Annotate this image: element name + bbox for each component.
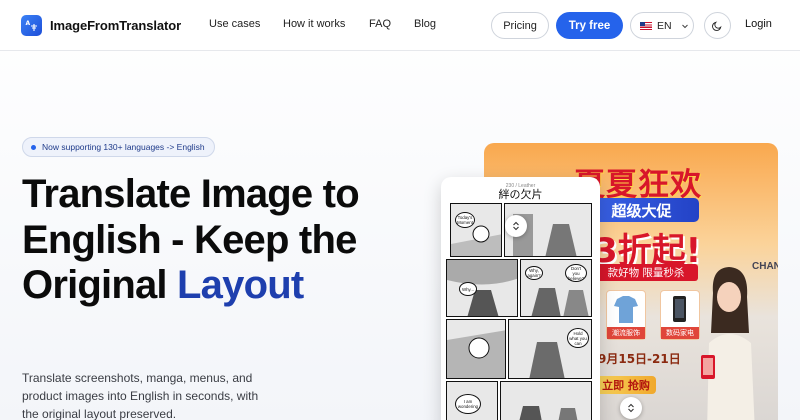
shop-banner: 超级大促 bbox=[584, 198, 699, 222]
speech-bubble: Don't you believe? bbox=[565, 264, 587, 282]
product-tile-electronics: 数码家电 bbox=[660, 290, 700, 340]
languages-badge: Now supporting 130+ languages -> English bbox=[22, 137, 215, 157]
manga-panel: Why, again? Don't you believe? bbox=[520, 259, 592, 317]
translate-icon: A bbox=[21, 15, 42, 36]
manga-panel: I am wondering bbox=[446, 381, 498, 420]
hero-subtext: Translate screenshots, manga, menus, and… bbox=[22, 371, 259, 420]
manga-panel bbox=[500, 381, 592, 420]
dot-icon bbox=[31, 144, 36, 150]
swap-view-button[interactable] bbox=[620, 397, 642, 419]
buy-now-label: 立即 抢购 bbox=[596, 376, 656, 394]
speech-bubble: I am wondering bbox=[455, 394, 481, 414]
manga-panel: Why... bbox=[446, 259, 518, 317]
manga-title: 絆の欠片 bbox=[498, 188, 543, 201]
nav-how-it-works[interactable]: How it works bbox=[283, 18, 345, 30]
theme-toggle-button[interactable] bbox=[704, 12, 731, 39]
top-navbar: A ImageFromTranslator Use cases How it w… bbox=[0, 0, 800, 51]
manga-panel: Today's Moment bbox=[450, 203, 502, 257]
speech-bubble: Hold what you can bbox=[567, 328, 589, 348]
speech-bubble: Why, again? bbox=[525, 266, 543, 280]
badge-text: Now supporting 130+ languages -> English bbox=[42, 142, 205, 152]
moon-icon bbox=[712, 21, 722, 31]
headline-accent: Layout bbox=[177, 263, 304, 307]
manga-example-image: 230 / Leather 絆の欠片 Today's Moment Why...… bbox=[441, 177, 600, 420]
sale-dates: 9月15日-21日 bbox=[598, 352, 681, 366]
swap-view-button[interactable] bbox=[505, 215, 527, 237]
brand-logo[interactable]: A ImageFromTranslator bbox=[21, 15, 181, 36]
nav-use-cases[interactable]: Use cases bbox=[209, 18, 260, 30]
shop-subtitle: 款好物 限量秒杀 bbox=[594, 264, 698, 281]
product-tile-clothing: 潮流服饰 bbox=[606, 290, 646, 340]
manga-panel bbox=[446, 319, 506, 379]
shopper-illustration bbox=[701, 267, 755, 420]
chevron-up-down-icon bbox=[513, 221, 519, 231]
svg-text:A: A bbox=[26, 20, 31, 27]
chevron-up-down-icon bbox=[628, 403, 634, 413]
phone-icon bbox=[673, 296, 686, 322]
nav-faq[interactable]: FAQ bbox=[369, 18, 391, 30]
manga-panel: Hold what you can bbox=[508, 319, 592, 379]
speech-bubble: Today's Moment bbox=[455, 212, 475, 228]
nav-blog[interactable]: Blog bbox=[414, 18, 436, 30]
language-code: EN bbox=[657, 19, 672, 32]
brand-name: ImageFromTranslator bbox=[50, 18, 182, 33]
language-selector[interactable]: EN bbox=[630, 12, 694, 39]
product-tag: 数码家电 bbox=[661, 327, 699, 339]
speech-bubble: Why... bbox=[459, 282, 477, 296]
chevron-down-icon bbox=[681, 24, 688, 28]
hero-headline: Translate Image to English - Keep the Or… bbox=[22, 172, 442, 309]
product-tag: 潮流服饰 bbox=[607, 327, 645, 339]
shirt-icon bbox=[614, 296, 638, 323]
try-free-button[interactable]: Try free bbox=[556, 12, 623, 39]
pricing-button[interactable]: Pricing bbox=[491, 12, 549, 39]
login-link[interactable]: Login bbox=[745, 18, 772, 30]
us-flag-icon bbox=[640, 21, 652, 30]
